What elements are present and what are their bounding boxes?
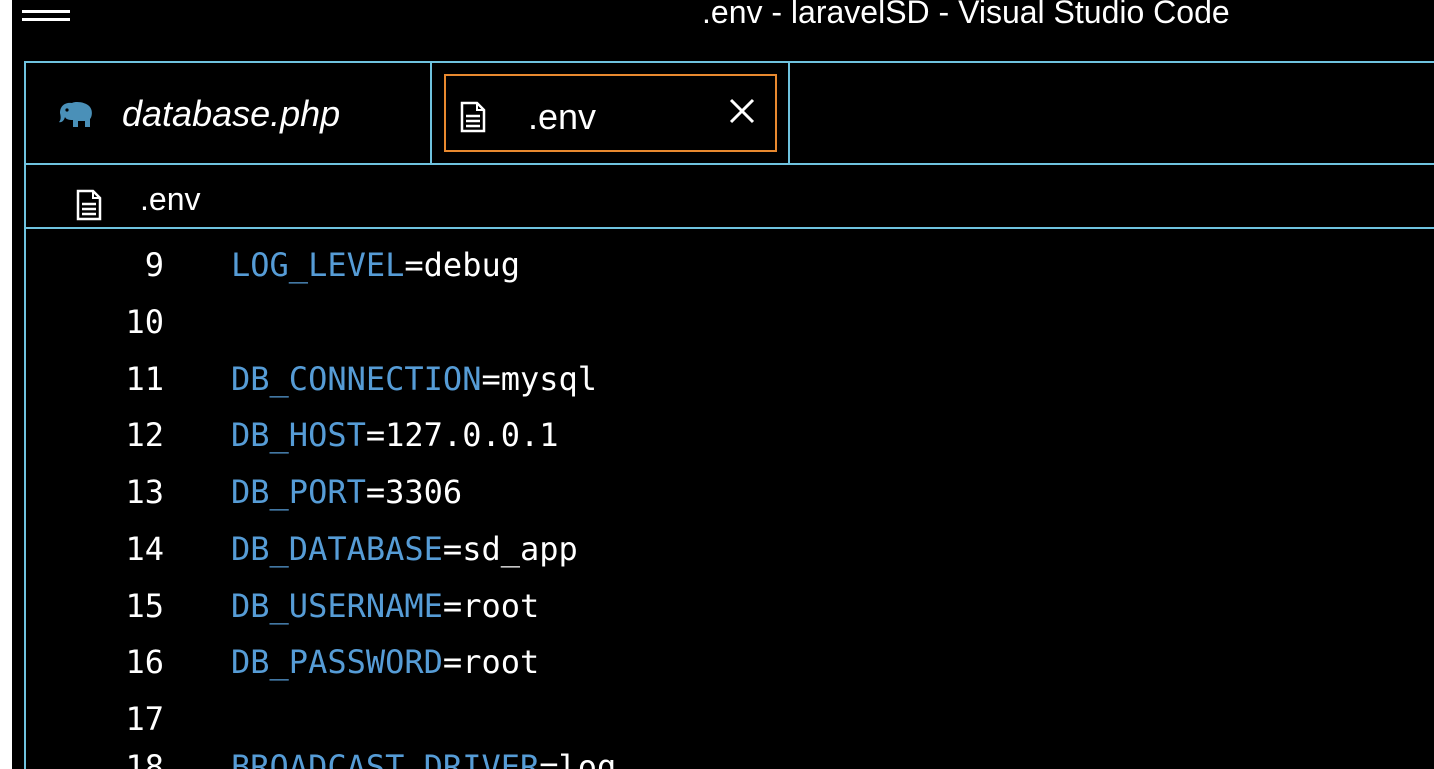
code-line: 14 DB_DATABASE=sd_app: [26, 530, 1434, 587]
env-key: BROADCAST_DRIVER: [231, 748, 540, 769]
tab-env[interactable]: .env: [432, 63, 790, 163]
env-equals: =: [442, 530, 463, 568]
line-number: 16: [125, 643, 164, 681]
vscode-window: .env - laravelSD - Visual Studio Code da…: [12, 0, 1434, 769]
line-number: 13: [125, 473, 164, 511]
env-equals: =: [442, 587, 463, 625]
env-equals: =: [481, 360, 501, 398]
breadcrumb: .env: [26, 163, 1434, 229]
tab-label: database.php: [122, 93, 341, 134]
breadcrumb-item-env[interactable]: .env: [140, 181, 200, 218]
env-value: log: [558, 748, 617, 769]
env-key: DB_PASSWORD: [231, 643, 443, 681]
env-key: LOG_LEVEL: [231, 246, 405, 284]
env-value: 3306: [385, 473, 463, 511]
line-number: 18: [125, 748, 164, 769]
env-key: DB_PORT: [231, 473, 366, 511]
window-title: .env - laravelSD - Visual Studio Code: [702, 0, 1230, 30]
line-number: 12: [125, 416, 164, 454]
env-value: 127.0.0.1: [385, 416, 559, 454]
code-line: 15 DB_USERNAME=root: [26, 587, 1434, 644]
hamburger-menu-icon[interactable]: [22, 10, 70, 36]
code-line: 16 DB_PASSWORD=root: [26, 643, 1434, 700]
code-line: 9 LOG_LEVEL=debug: [26, 246, 1434, 303]
line-number: 14: [125, 530, 164, 568]
code-editor[interactable]: 9 LOG_LEVEL=debug 10 11 DB_CONNECTION=my…: [26, 238, 1434, 769]
editor-tab-bar: database.php .env: [26, 61, 1434, 165]
close-icon[interactable]: [722, 91, 762, 131]
env-key: DB_HOST: [231, 416, 366, 454]
env-value: mysql: [500, 360, 598, 398]
file-icon: [76, 189, 102, 221]
code-line: 12 DB_HOST=127.0.0.1: [26, 416, 1434, 473]
line-number: 10: [125, 303, 164, 341]
code-line: 13 DB_PORT=3306: [26, 473, 1434, 530]
env-value: root: [462, 643, 540, 681]
title-bar: .env - laravelSD - Visual Studio Code: [12, 0, 1434, 58]
code-line: 10: [26, 303, 1434, 360]
file-icon: [460, 101, 486, 133]
env-value: root: [462, 587, 540, 625]
line-number: 11: [125, 360, 164, 398]
env-key: DB_DATABASE: [231, 530, 443, 568]
code-line: 11 DB_CONNECTION=mysql: [26, 360, 1434, 417]
env-equals: =: [539, 748, 559, 769]
line-number: 17: [125, 700, 164, 738]
php-elephant-icon: [59, 102, 92, 127]
line-number: 9: [144, 246, 164, 284]
env-equals: =: [404, 246, 424, 284]
env-equals: =: [442, 643, 463, 681]
env-key: DB_USERNAME: [231, 587, 443, 625]
env-value: sd_app: [462, 530, 578, 568]
env-equals: =: [365, 473, 386, 511]
tab-label: .env: [528, 96, 597, 137]
env-value: debug: [423, 246, 520, 284]
env-key: DB_CONNECTION: [231, 360, 482, 398]
line-number: 15: [125, 587, 164, 625]
code-line: 18 BROADCAST_DRIVER=log: [26, 748, 1434, 769]
tab-database-php[interactable]: database.php: [26, 63, 432, 163]
env-equals: =: [365, 416, 386, 454]
